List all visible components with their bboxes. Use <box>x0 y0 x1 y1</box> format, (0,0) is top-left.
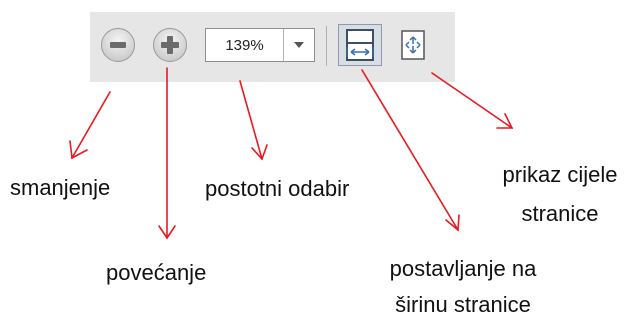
label-fit-page-line2: stranice <box>521 201 599 226</box>
label-fit-width-line1: postavljanje na <box>389 256 537 281</box>
arrow-fit-page <box>431 72 514 129</box>
arrow-zoom-out <box>69 91 111 160</box>
arrow-zoom-percent <box>239 80 268 161</box>
arrow-zoom-in <box>158 67 176 240</box>
label-zoom-percent: postotni odabir <box>205 176 350 201</box>
label-zoom-out: smanjenje <box>10 175 111 200</box>
label-zoom-in: povećanje <box>106 260 207 285</box>
label-fit-page-line1: prikaz cijele <box>502 162 618 187</box>
arrow-fit-width <box>361 69 460 232</box>
label-fit-width-line2: širinu stranice <box>395 292 531 317</box>
